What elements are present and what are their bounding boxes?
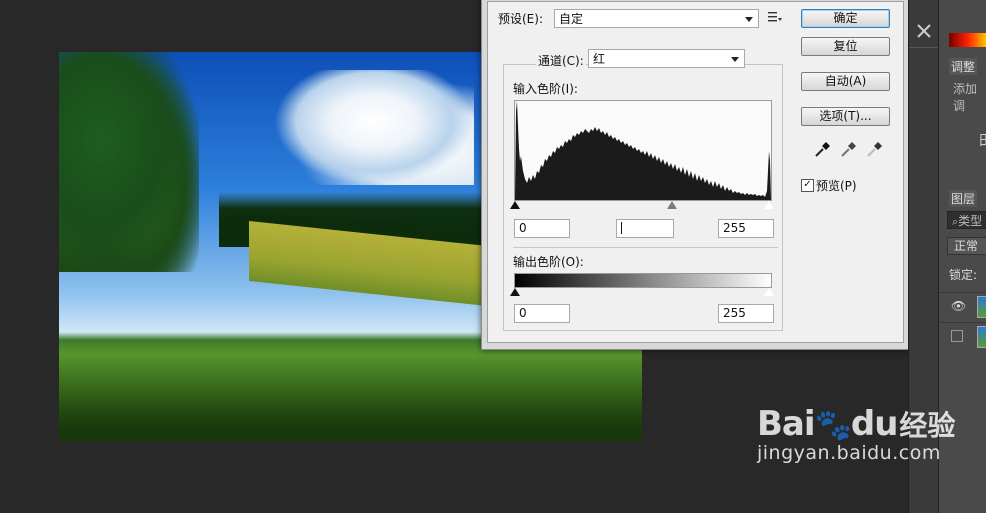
watermark-brand: Bai🐾du [757, 404, 899, 444]
add-adjustment-label: 添加调 [953, 82, 978, 113]
layer-row[interactable] [939, 322, 986, 349]
chevron-down-icon [731, 57, 739, 62]
lock-label: 锁定: [949, 268, 978, 282]
preset-value: 自定 [559, 12, 584, 26]
white-eyedropper-icon[interactable] [866, 140, 884, 158]
visibility-toggle-icon[interactable] [951, 330, 963, 342]
photo-cloud [274, 70, 474, 185]
adjustments-tab[interactable]: 调整 [949, 58, 978, 75]
chevron-down-icon [745, 17, 753, 22]
eye-icon[interactable]: 👁 [951, 299, 966, 313]
layer-filter-text: 类型 [958, 214, 983, 228]
preview-checkbox[interactable]: ✓ [801, 179, 814, 192]
auto-button[interactable]: 自动(A) [801, 72, 890, 91]
gray-eyedropper-icon[interactable] [840, 140, 858, 158]
preview-label: 预览(P) [816, 179, 857, 193]
adjustment-grid-icon[interactable]: 田 [979, 130, 986, 150]
channel-select[interactable]: 红 [588, 49, 745, 68]
watermark-brand-text: Bai [757, 404, 816, 444]
tool-strip-separator [909, 47, 939, 48]
tools-icon[interactable] [915, 22, 933, 43]
watermark-brand-tail: du [850, 404, 899, 444]
levels-dialog-body: 预设(E): 自定 通道(C): 红 输入色阶(I): 0 255 输出色阶(O… [487, 1, 904, 343]
layer-thumbnail [977, 326, 986, 348]
output-gradient-bar [514, 273, 772, 288]
options-button[interactable]: 选项(T)... [801, 107, 890, 126]
input-white-point-handle[interactable] [763, 200, 775, 210]
histogram [514, 100, 772, 201]
output-levels-label: 输出色阶(O): [513, 255, 584, 269]
input-levels-slider[interactable] [510, 200, 775, 211]
input-white-field[interactable]: 255 [718, 219, 774, 238]
histogram-graph [515, 101, 771, 200]
layer-thumbnail [977, 296, 986, 318]
watermark-jingyan: 经验 [899, 409, 956, 442]
photo-foreground-grass [59, 351, 642, 441]
blend-mode-select[interactable]: 正常 [947, 237, 986, 255]
output-levels-slider[interactable] [510, 287, 775, 298]
output-white-field[interactable]: 255 [718, 304, 774, 323]
baidu-jingyan-watermark: Bai🐾du经验 jingyan.baidu.com [757, 404, 955, 464]
input-levels-label: 输入色阶(I): [513, 82, 578, 96]
channel-value: 红 [593, 52, 606, 66]
levels-dialog: 预设(E): 自定 通道(C): 红 输入色阶(I): 0 255 输出色阶(O… [481, 0, 910, 350]
watermark-url: jingyan.baidu.com [757, 442, 941, 464]
layer-filter-search[interactable]: ⌕类型 [947, 211, 986, 229]
color-spectrum-swatch[interactable] [949, 33, 986, 47]
output-black-handle[interactable] [510, 288, 520, 296]
black-eyedropper-icon[interactable] [814, 140, 832, 158]
preset-options-icon[interactable] [768, 11, 782, 26]
preset-select[interactable]: 自定 [554, 9, 759, 28]
channel-label: 通道(C): [536, 52, 586, 69]
paw-icon: 🐾 [814, 408, 852, 443]
text-caret [621, 222, 622, 234]
input-black-field[interactable]: 0 [514, 219, 570, 238]
input-black-point-handle[interactable] [510, 201, 520, 209]
input-midtone-handle[interactable] [667, 201, 677, 209]
levels-divider [513, 247, 778, 248]
photo-trees-left [59, 52, 199, 272]
preset-label: 预设(E): [498, 12, 543, 26]
output-white-handle[interactable] [763, 287, 775, 297]
output-black-field[interactable]: 0 [514, 304, 570, 323]
layers-tab[interactable]: 图层 [949, 190, 978, 207]
reset-button[interactable]: 复位 [801, 37, 890, 56]
input-gray-field[interactable] [616, 219, 674, 238]
layer-row[interactable]: 👁 [939, 292, 986, 319]
ok-button[interactable]: 确定 [801, 9, 890, 28]
